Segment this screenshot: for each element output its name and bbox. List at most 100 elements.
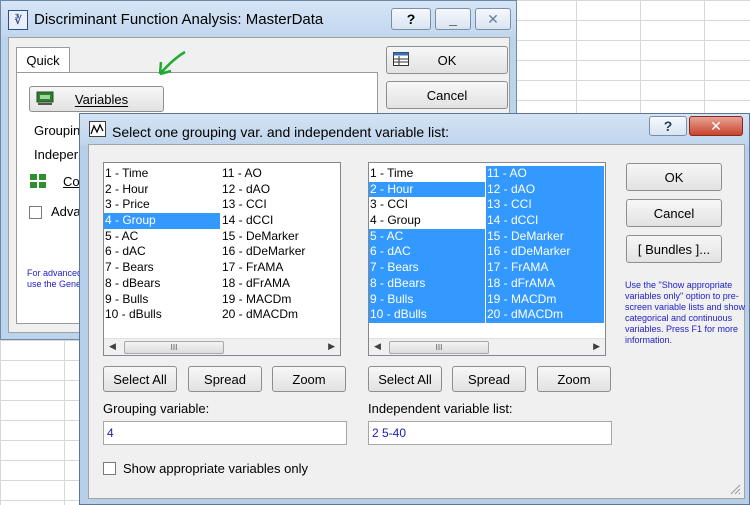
list-item-selected[interactable]: 5 - AC	[369, 228, 485, 245]
scroll-right-arrow-icon[interactable]: ▶	[328, 341, 335, 352]
grouping-row-label: Groupin	[34, 123, 81, 138]
independent-variable-list[interactable]: 1 - Time 2 - Hour 3 - CCI 4 - Group 5 - …	[368, 162, 606, 356]
scroll-left-arrow-icon[interactable]: ◀	[109, 341, 116, 352]
right-spread-button[interactable]: Spread	[452, 366, 526, 392]
list-item-selected[interactable]: 10 - dBulls	[369, 307, 485, 323]
list-item-selected[interactable]: 4 - Group	[104, 213, 220, 229]
list-item-selected[interactable]: 2 - Hour	[369, 181, 485, 198]
back-window-titlebar[interactable]: ∛ Discriminant Function Analysis: Master…	[1, 1, 516, 37]
list-item-selected[interactable]: 6 - dAC	[369, 244, 485, 261]
list-item[interactable]: 15 - DeMarker	[221, 229, 339, 245]
independent-variable-field[interactable]: 2 5-40	[368, 421, 612, 445]
scroll-right-arrow-icon[interactable]: ▶	[593, 341, 600, 352]
grouping-variable-label: Grouping variable:	[103, 401, 210, 416]
left-zoom-button[interactable]: Zoom	[272, 366, 346, 392]
list-item-selected[interactable]: 13 - CCI	[486, 197, 604, 214]
list-item-selected[interactable]: 17 - FrAMA	[486, 260, 604, 276]
scroll-left-arrow-icon[interactable]: ◀	[374, 341, 381, 352]
back-ok-label: OK	[437, 52, 457, 68]
dialog-app-icon	[89, 121, 106, 137]
independent-row-label: Indeper	[34, 147, 79, 162]
list-item-selected[interactable]: 20 - dMACDm	[486, 307, 604, 323]
annotation-arrow-icon	[158, 50, 186, 76]
list-item[interactable]: 8 - dBears	[104, 276, 220, 292]
list-item-selected[interactable]: 15 - DeMarker	[486, 228, 604, 245]
select-variables-dialog: Select one grouping var. and independent…	[79, 113, 750, 505]
list-item-selected[interactable]: 7 - Bears	[369, 260, 485, 276]
list-item[interactable]: 4 - Group	[369, 213, 485, 229]
list-item[interactable]: 11 - AO	[221, 166, 339, 182]
list-item-selected[interactable]: 18 - dFrAMA	[486, 275, 604, 292]
grouping-variable-field[interactable]: 4	[103, 421, 347, 445]
list-item[interactable]: 5 - AC	[104, 229, 220, 245]
right-select-all-button[interactable]: Select All	[368, 366, 442, 392]
close-button[interactable]: ✕	[475, 8, 511, 30]
list-item[interactable]: 1 - Time	[369, 166, 485, 182]
list-item-selected[interactable]: 14 - dCCI	[486, 213, 604, 229]
list-item[interactable]: 3 - CCI	[369, 197, 485, 213]
list-item[interactable]: 3 - Price	[104, 197, 220, 213]
scroll-thumb[interactable]: III	[124, 341, 224, 354]
bundles-button[interactable]: [ Bundles ]...	[626, 235, 722, 263]
statistica-app-icon: ∛	[8, 10, 28, 30]
back-ok-button[interactable]: OK	[386, 46, 508, 74]
advanced-note-line-2: use the Gene	[27, 279, 82, 289]
ok-table-icon	[393, 52, 409, 69]
help-title-button[interactable]: ?	[391, 8, 431, 30]
list-item[interactable]: 6 - dAC	[104, 244, 220, 260]
dialog-help-button[interactable]: ?	[649, 116, 687, 136]
variables-button[interactable]: Variables	[29, 86, 164, 112]
variables-button-label: Variables	[74, 91, 129, 107]
list-item[interactable]: 10 - dBulls	[104, 307, 220, 323]
dialog-cancel-button[interactable]: Cancel	[626, 199, 722, 227]
dialog-close-button[interactable]: ✕	[689, 116, 743, 136]
dialog-title: Select one grouping var. and independent…	[112, 124, 450, 140]
list-item[interactable]: 20 - dMACDm	[221, 307, 339, 323]
list-item[interactable]: 18 - dFrAMA	[221, 276, 339, 292]
back-window-title: Discriminant Function Analysis: MasterDa…	[34, 11, 324, 28]
tab-quick[interactable]: Quick	[16, 47, 70, 73]
list-item[interactable]: 17 - FrAMA	[221, 260, 339, 276]
list-item-selected[interactable]: 16 - dDeMarker	[486, 244, 604, 261]
list-item[interactable]: 19 - MACDm	[221, 292, 339, 308]
list-item-selected[interactable]: 8 - dBears	[369, 275, 485, 292]
list-item-selected[interactable]: 11 - AO	[486, 166, 604, 182]
right-list-scrollbar[interactable]: ◀ III ▶	[369, 338, 605, 355]
show-appropriate-checkbox[interactable]	[103, 462, 116, 475]
list-item-selected[interactable]: 12 - dAO	[486, 181, 604, 198]
independent-variable-label: Independent variable list:	[368, 401, 513, 416]
codes-icon	[29, 173, 47, 192]
minimize-button[interactable]: _	[435, 8, 471, 30]
list-item[interactable]: 16 - dDeMarker	[221, 244, 339, 260]
advanced-checkbox[interactable]	[29, 206, 42, 219]
right-list-col2: 11 - AO 12 - dAO 13 - CCI 14 - dCCI 15 -…	[486, 166, 604, 323]
left-spread-button[interactable]: Spread	[188, 366, 262, 392]
advanced-note-line-1: For advanced	[27, 268, 83, 278]
list-item-selected[interactable]: 19 - MACDm	[486, 291, 604, 308]
left-list-scrollbar[interactable]: ◀ III ▶	[104, 338, 340, 355]
grouping-variable-list[interactable]: 1 - Time 2 - Hour 3 - Price 4 - Group 5 …	[103, 162, 341, 356]
list-item[interactable]: 12 - dAO	[221, 182, 339, 198]
advanced-checkbox-label: Adva	[51, 204, 81, 219]
list-item[interactable]: 9 - Bulls	[104, 292, 220, 308]
list-item-selected[interactable]: 9 - Bulls	[369, 291, 485, 308]
scroll-thumb[interactable]: III	[389, 341, 489, 354]
dialog-ok-button[interactable]: OK	[626, 163, 722, 191]
show-appropriate-label: Show appropriate variables only	[123, 461, 308, 476]
left-list-col2: 11 - AO 12 - dAO 13 - CCI 14 - dCCI 15 -…	[221, 166, 339, 323]
dialog-client: 1 - Time 2 - Hour 3 - Price 4 - Group 5 …	[88, 144, 745, 499]
list-item[interactable]: 14 - dCCI	[221, 213, 339, 229]
list-item[interactable]: 13 - CCI	[221, 197, 339, 213]
variables-icon	[36, 91, 54, 109]
left-select-all-button[interactable]: Select All	[103, 366, 177, 392]
list-item[interactable]: 7 - Bears	[104, 260, 220, 276]
resize-grip-icon[interactable]	[729, 483, 741, 495]
list-item[interactable]: 1 - Time	[104, 166, 220, 182]
right-zoom-button[interactable]: Zoom	[537, 366, 611, 392]
left-list-col1: 1 - Time 2 - Hour 3 - Price 4 - Group 5 …	[104, 166, 220, 323]
codes-row-label[interactable]: Co	[63, 174, 80, 189]
back-cancel-button[interactable]: Cancel	[386, 81, 508, 109]
dialog-titlebar[interactable]: Select one grouping var. and independent…	[80, 114, 749, 146]
list-item[interactable]: 2 - Hour	[104, 182, 220, 198]
show-appropriate-note: Use the "Show appropriate variables only…	[625, 280, 746, 345]
